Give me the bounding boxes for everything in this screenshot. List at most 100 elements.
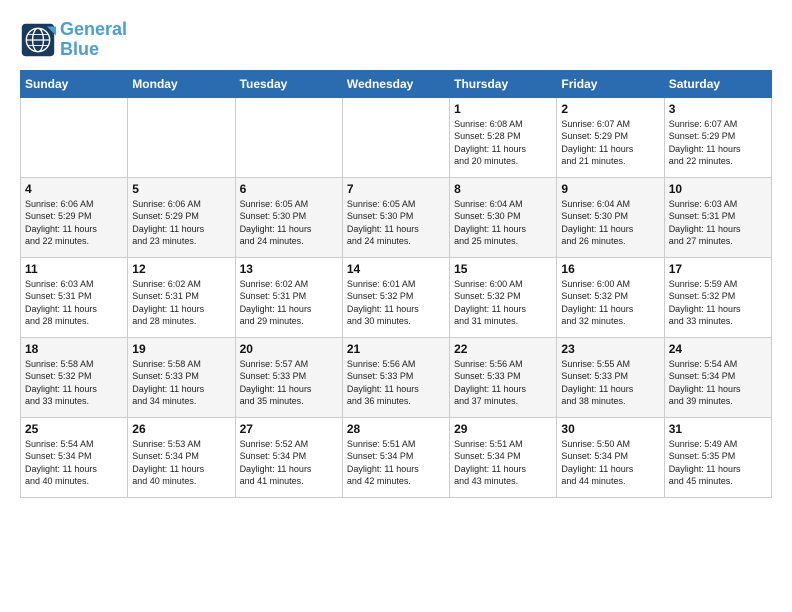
calendar-week-row: 11Sunrise: 6:03 AM Sunset: 5:31 PM Dayli… <box>21 257 772 337</box>
calendar-cell: 13 Sunrise: 6:02 AM Sunset: 5:31 PM Dayli… <box>235 257 342 337</box>
calendar-cell: 11Sunrise: 6:03 AM Sunset: 5:31 PM Dayli… <box>21 257 128 337</box>
day-info: Sunrise: 5:56 AM Sunset: 5:33 PM Dayligh… <box>454 358 552 408</box>
day-info: Sunrise: 6:01 AM Sunset: 5:32 PM Dayligh… <box>347 278 445 328</box>
calendar-cell <box>21 97 128 177</box>
day-info: Sunrise: 5:58 AM Sunset: 5:32 PM Dayligh… <box>25 358 123 408</box>
calendar-week-row: 1 Sunrise: 6:08 AM Sunset: 5:28 PM Daylig… <box>21 97 772 177</box>
calendar-week-row: 4 Sunrise: 6:06 AM Sunset: 5:29 PM Daylig… <box>21 177 772 257</box>
calendar-cell: 24 Sunrise: 5:54 AM Sunset: 5:34 PM Dayli… <box>664 337 771 417</box>
day-number: 19 <box>132 342 230 356</box>
day-info: Sunrise: 5:55 AM Sunset: 5:33 PM Dayligh… <box>561 358 659 408</box>
calendar-cell <box>128 97 235 177</box>
weekday-header: Wednesday <box>342 70 449 97</box>
day-number: 6 <box>240 182 338 196</box>
day-number: 20 <box>240 342 338 356</box>
day-number: 3 <box>669 102 767 116</box>
day-info: Sunrise: 6:02 AM Sunset: 5:31 PM Dayligh… <box>132 278 230 328</box>
weekday-header: Tuesday <box>235 70 342 97</box>
calendar-cell: 4 Sunrise: 6:06 AM Sunset: 5:29 PM Daylig… <box>21 177 128 257</box>
day-info: Sunrise: 6:03 AM Sunset: 5:31 PM Dayligh… <box>669 198 767 248</box>
day-info: Sunrise: 6:06 AM Sunset: 5:29 PM Dayligh… <box>132 198 230 248</box>
calendar-cell: 17Sunrise: 5:59 AM Sunset: 5:32 PM Dayli… <box>664 257 771 337</box>
weekday-row: SundayMondayTuesdayWednesdayThursdayFrid… <box>21 70 772 97</box>
day-number: 26 <box>132 422 230 436</box>
day-info: Sunrise: 5:54 AM Sunset: 5:34 PM Dayligh… <box>669 358 767 408</box>
day-info: Sunrise: 5:57 AM Sunset: 5:33 PM Dayligh… <box>240 358 338 408</box>
logo-text: GeneralBlue <box>60 20 127 60</box>
calendar-cell: 21 Sunrise: 5:56 AM Sunset: 5:33 PM Dayli… <box>342 337 449 417</box>
calendar-header: SundayMondayTuesdayWednesdayThursdayFrid… <box>21 70 772 97</box>
day-info: Sunrise: 6:08 AM Sunset: 5:28 PM Dayligh… <box>454 118 552 168</box>
calendar-cell <box>342 97 449 177</box>
day-number: 2 <box>561 102 659 116</box>
calendar-cell: 18 Sunrise: 5:58 AM Sunset: 5:32 PM Dayli… <box>21 337 128 417</box>
calendar-cell: 30Sunrise: 5:50 AM Sunset: 5:34 PM Dayli… <box>557 417 664 497</box>
day-number: 14 <box>347 262 445 276</box>
logo: GeneralBlue <box>20 20 127 60</box>
calendar-cell: 12 Sunrise: 6:02 AM Sunset: 5:31 PM Dayli… <box>128 257 235 337</box>
day-info: Sunrise: 5:53 AM Sunset: 5:34 PM Dayligh… <box>132 438 230 488</box>
calendar-cell: 27 Sunrise: 5:52 AM Sunset: 5:34 PM Dayli… <box>235 417 342 497</box>
calendar-cell: 9 Sunrise: 6:04 AM Sunset: 5:30 PM Daylig… <box>557 177 664 257</box>
day-info: Sunrise: 5:51 AM Sunset: 5:34 PM Dayligh… <box>347 438 445 488</box>
calendar-cell: 16Sunrise: 6:00 AM Sunset: 5:32 PM Dayli… <box>557 257 664 337</box>
logo-icon <box>20 22 56 58</box>
day-info: Sunrise: 5:56 AM Sunset: 5:33 PM Dayligh… <box>347 358 445 408</box>
day-number: 24 <box>669 342 767 356</box>
day-number: 10 <box>669 182 767 196</box>
day-number: 9 <box>561 182 659 196</box>
day-number: 25 <box>25 422 123 436</box>
calendar-cell: 7Sunrise: 6:05 AM Sunset: 5:30 PM Daylig… <box>342 177 449 257</box>
calendar-cell: 14 Sunrise: 6:01 AM Sunset: 5:32 PM Dayli… <box>342 257 449 337</box>
day-number: 17 <box>669 262 767 276</box>
calendar-cell: 22Sunrise: 5:56 AM Sunset: 5:33 PM Dayli… <box>450 337 557 417</box>
day-info: Sunrise: 5:54 AM Sunset: 5:34 PM Dayligh… <box>25 438 123 488</box>
day-info: Sunrise: 5:58 AM Sunset: 5:33 PM Dayligh… <box>132 358 230 408</box>
calendar-cell: 31Sunrise: 5:49 AM Sunset: 5:35 PM Dayli… <box>664 417 771 497</box>
day-number: 5 <box>132 182 230 196</box>
calendar-cell: 25 Sunrise: 5:54 AM Sunset: 5:34 PM Dayli… <box>21 417 128 497</box>
day-number: 8 <box>454 182 552 196</box>
day-info: Sunrise: 6:07 AM Sunset: 5:29 PM Dayligh… <box>561 118 659 168</box>
day-number: 29 <box>454 422 552 436</box>
day-info: Sunrise: 6:04 AM Sunset: 5:30 PM Dayligh… <box>561 198 659 248</box>
day-number: 18 <box>25 342 123 356</box>
day-info: Sunrise: 6:03 AM Sunset: 5:31 PM Dayligh… <box>25 278 123 328</box>
day-info: Sunrise: 5:51 AM Sunset: 5:34 PM Dayligh… <box>454 438 552 488</box>
day-info: Sunrise: 6:05 AM Sunset: 5:30 PM Dayligh… <box>240 198 338 248</box>
weekday-header: Sunday <box>21 70 128 97</box>
day-number: 23 <box>561 342 659 356</box>
day-info: Sunrise: 5:50 AM Sunset: 5:34 PM Dayligh… <box>561 438 659 488</box>
day-number: 15 <box>454 262 552 276</box>
day-info: Sunrise: 6:07 AM Sunset: 5:29 PM Dayligh… <box>669 118 767 168</box>
weekday-header: Monday <box>128 70 235 97</box>
day-number: 21 <box>347 342 445 356</box>
day-number: 28 <box>347 422 445 436</box>
day-info: Sunrise: 5:49 AM Sunset: 5:35 PM Dayligh… <box>669 438 767 488</box>
page-header: GeneralBlue <box>20 20 772 60</box>
day-info: Sunrise: 6:04 AM Sunset: 5:30 PM Dayligh… <box>454 198 552 248</box>
calendar-cell: 1 Sunrise: 6:08 AM Sunset: 5:28 PM Daylig… <box>450 97 557 177</box>
weekday-header: Thursday <box>450 70 557 97</box>
calendar-cell: 26 Sunrise: 5:53 AM Sunset: 5:34 PM Dayli… <box>128 417 235 497</box>
day-number: 4 <box>25 182 123 196</box>
day-info: Sunrise: 6:05 AM Sunset: 5:30 PM Dayligh… <box>347 198 445 248</box>
day-number: 12 <box>132 262 230 276</box>
weekday-header: Saturday <box>664 70 771 97</box>
calendar-week-row: 25 Sunrise: 5:54 AM Sunset: 5:34 PM Dayli… <box>21 417 772 497</box>
day-number: 1 <box>454 102 552 116</box>
calendar-body: 1 Sunrise: 6:08 AM Sunset: 5:28 PM Daylig… <box>21 97 772 497</box>
calendar-cell: 3 Sunrise: 6:07 AM Sunset: 5:29 PM Daylig… <box>664 97 771 177</box>
calendar-cell <box>235 97 342 177</box>
calendar-cell: 2 Sunrise: 6:07 AM Sunset: 5:29 PM Daylig… <box>557 97 664 177</box>
day-number: 13 <box>240 262 338 276</box>
calendar-cell: 5 Sunrise: 6:06 AM Sunset: 5:29 PM Daylig… <box>128 177 235 257</box>
day-info: Sunrise: 6:02 AM Sunset: 5:31 PM Dayligh… <box>240 278 338 328</box>
calendar-cell: 6 Sunrise: 6:05 AM Sunset: 5:30 PM Daylig… <box>235 177 342 257</box>
day-number: 27 <box>240 422 338 436</box>
calendar-cell: 29 Sunrise: 5:51 AM Sunset: 5:34 PM Dayli… <box>450 417 557 497</box>
day-info: Sunrise: 6:06 AM Sunset: 5:29 PM Dayligh… <box>25 198 123 248</box>
day-info: Sunrise: 5:52 AM Sunset: 5:34 PM Dayligh… <box>240 438 338 488</box>
calendar-cell: 8 Sunrise: 6:04 AM Sunset: 5:30 PM Daylig… <box>450 177 557 257</box>
day-number: 16 <box>561 262 659 276</box>
